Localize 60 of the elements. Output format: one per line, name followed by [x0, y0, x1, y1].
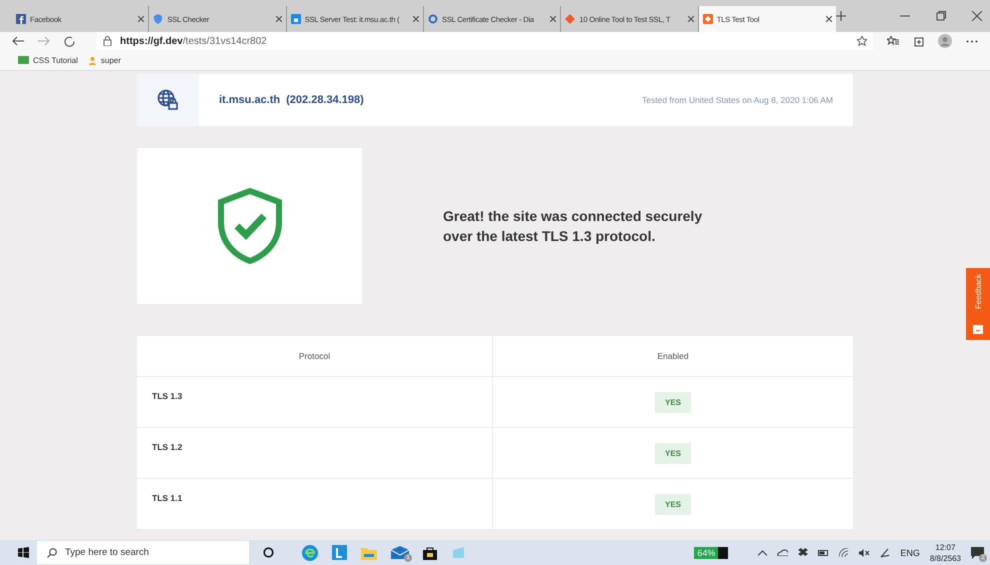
column-header: Protocol	[137, 336, 493, 376]
tested-info: Tested from United States on Aug 8, 2020 1:06 AM	[642, 95, 833, 105]
address-bar[interactable]: https://gf.dev/tests/31vs14cr802	[97, 32, 873, 50]
mute-icon[interactable]	[859, 548, 870, 556]
close-icon[interactable]	[276, 16, 282, 22]
enabled-status: YES	[654, 442, 691, 464]
host-name: it.msu.ac.th	[219, 94, 280, 106]
windows-icon[interactable]	[18, 547, 29, 558]
folder-icon[interactable]	[361, 546, 377, 560]
search-icon	[47, 548, 57, 558]
close-icon[interactable]	[972, 11, 982, 21]
protocol-name: TLS 1.1	[137, 479, 493, 529]
star-icon[interactable]	[857, 36, 867, 46]
ring-icon	[428, 14, 438, 24]
facebook-icon	[16, 14, 26, 24]
battery-icon[interactable]	[818, 550, 830, 556]
app-icon[interactable]	[332, 545, 347, 560]
enabled-status: YES	[654, 392, 691, 412]
bookmark[interactable]: super	[88, 56, 121, 64]
smiley-icon	[973, 325, 983, 334]
battery-percent: 64%	[694, 546, 728, 558]
back-icon[interactable]	[12, 36, 24, 46]
diamond-icon	[565, 14, 576, 24]
person-icon	[88, 56, 97, 64]
more-icon[interactable]	[966, 40, 978, 42]
column-header: Enabled	[656, 350, 690, 363]
close-icon[interactable]	[826, 16, 832, 22]
enabled-status: YES	[654, 494, 691, 514]
close-icon[interactable]	[138, 16, 144, 22]
mail-icon[interactable]	[391, 546, 409, 559]
protocol-name: TLS 1.3	[137, 377, 493, 427]
shield-check-icon	[216, 188, 282, 264]
cloud-icon[interactable]	[777, 549, 788, 556]
refresh-icon[interactable]	[64, 36, 75, 46]
host-ip: (202.28.34.198)	[286, 94, 364, 106]
notification-icon[interactable]	[971, 546, 984, 558]
new-tab-icon[interactable]	[836, 11, 846, 21]
minimize-icon[interactable]	[900, 15, 910, 17]
result-message: Great! the site was connected securely over the latest TLS 1.3 protocol.	[443, 207, 704, 246]
cortana-icon[interactable]	[263, 547, 274, 558]
chevron-up-icon[interactable]	[758, 550, 768, 556]
wifi-icon[interactable]	[839, 548, 850, 557]
avatar-icon[interactable]	[938, 34, 952, 48]
globe-lock-icon	[157, 89, 179, 111]
bookmark[interactable]: CSS Tutorial	[18, 56, 78, 64]
collections-icon[interactable]	[913, 36, 924, 46]
edge-icon[interactable]	[302, 544, 318, 560]
language-indicator[interactable]: ENG	[900, 548, 920, 558]
shield-icon	[153, 14, 164, 24]
restore-icon[interactable]	[936, 11, 946, 21]
pen-icon[interactable]	[880, 548, 890, 558]
close-icon[interactable]	[688, 16, 694, 22]
close-icon[interactable]	[550, 16, 556, 22]
close-icon[interactable]	[413, 16, 420, 22]
protocol-name: TLS 1.2	[137, 428, 493, 478]
store-icon[interactable]	[423, 546, 437, 560]
search-field[interactable]: Type here to search	[37, 541, 249, 564]
app-icon	[702, 14, 713, 24]
clock[interactable]: 12:07 8/8/2563	[930, 542, 961, 564]
favorites-icon[interactable]	[887, 36, 899, 46]
